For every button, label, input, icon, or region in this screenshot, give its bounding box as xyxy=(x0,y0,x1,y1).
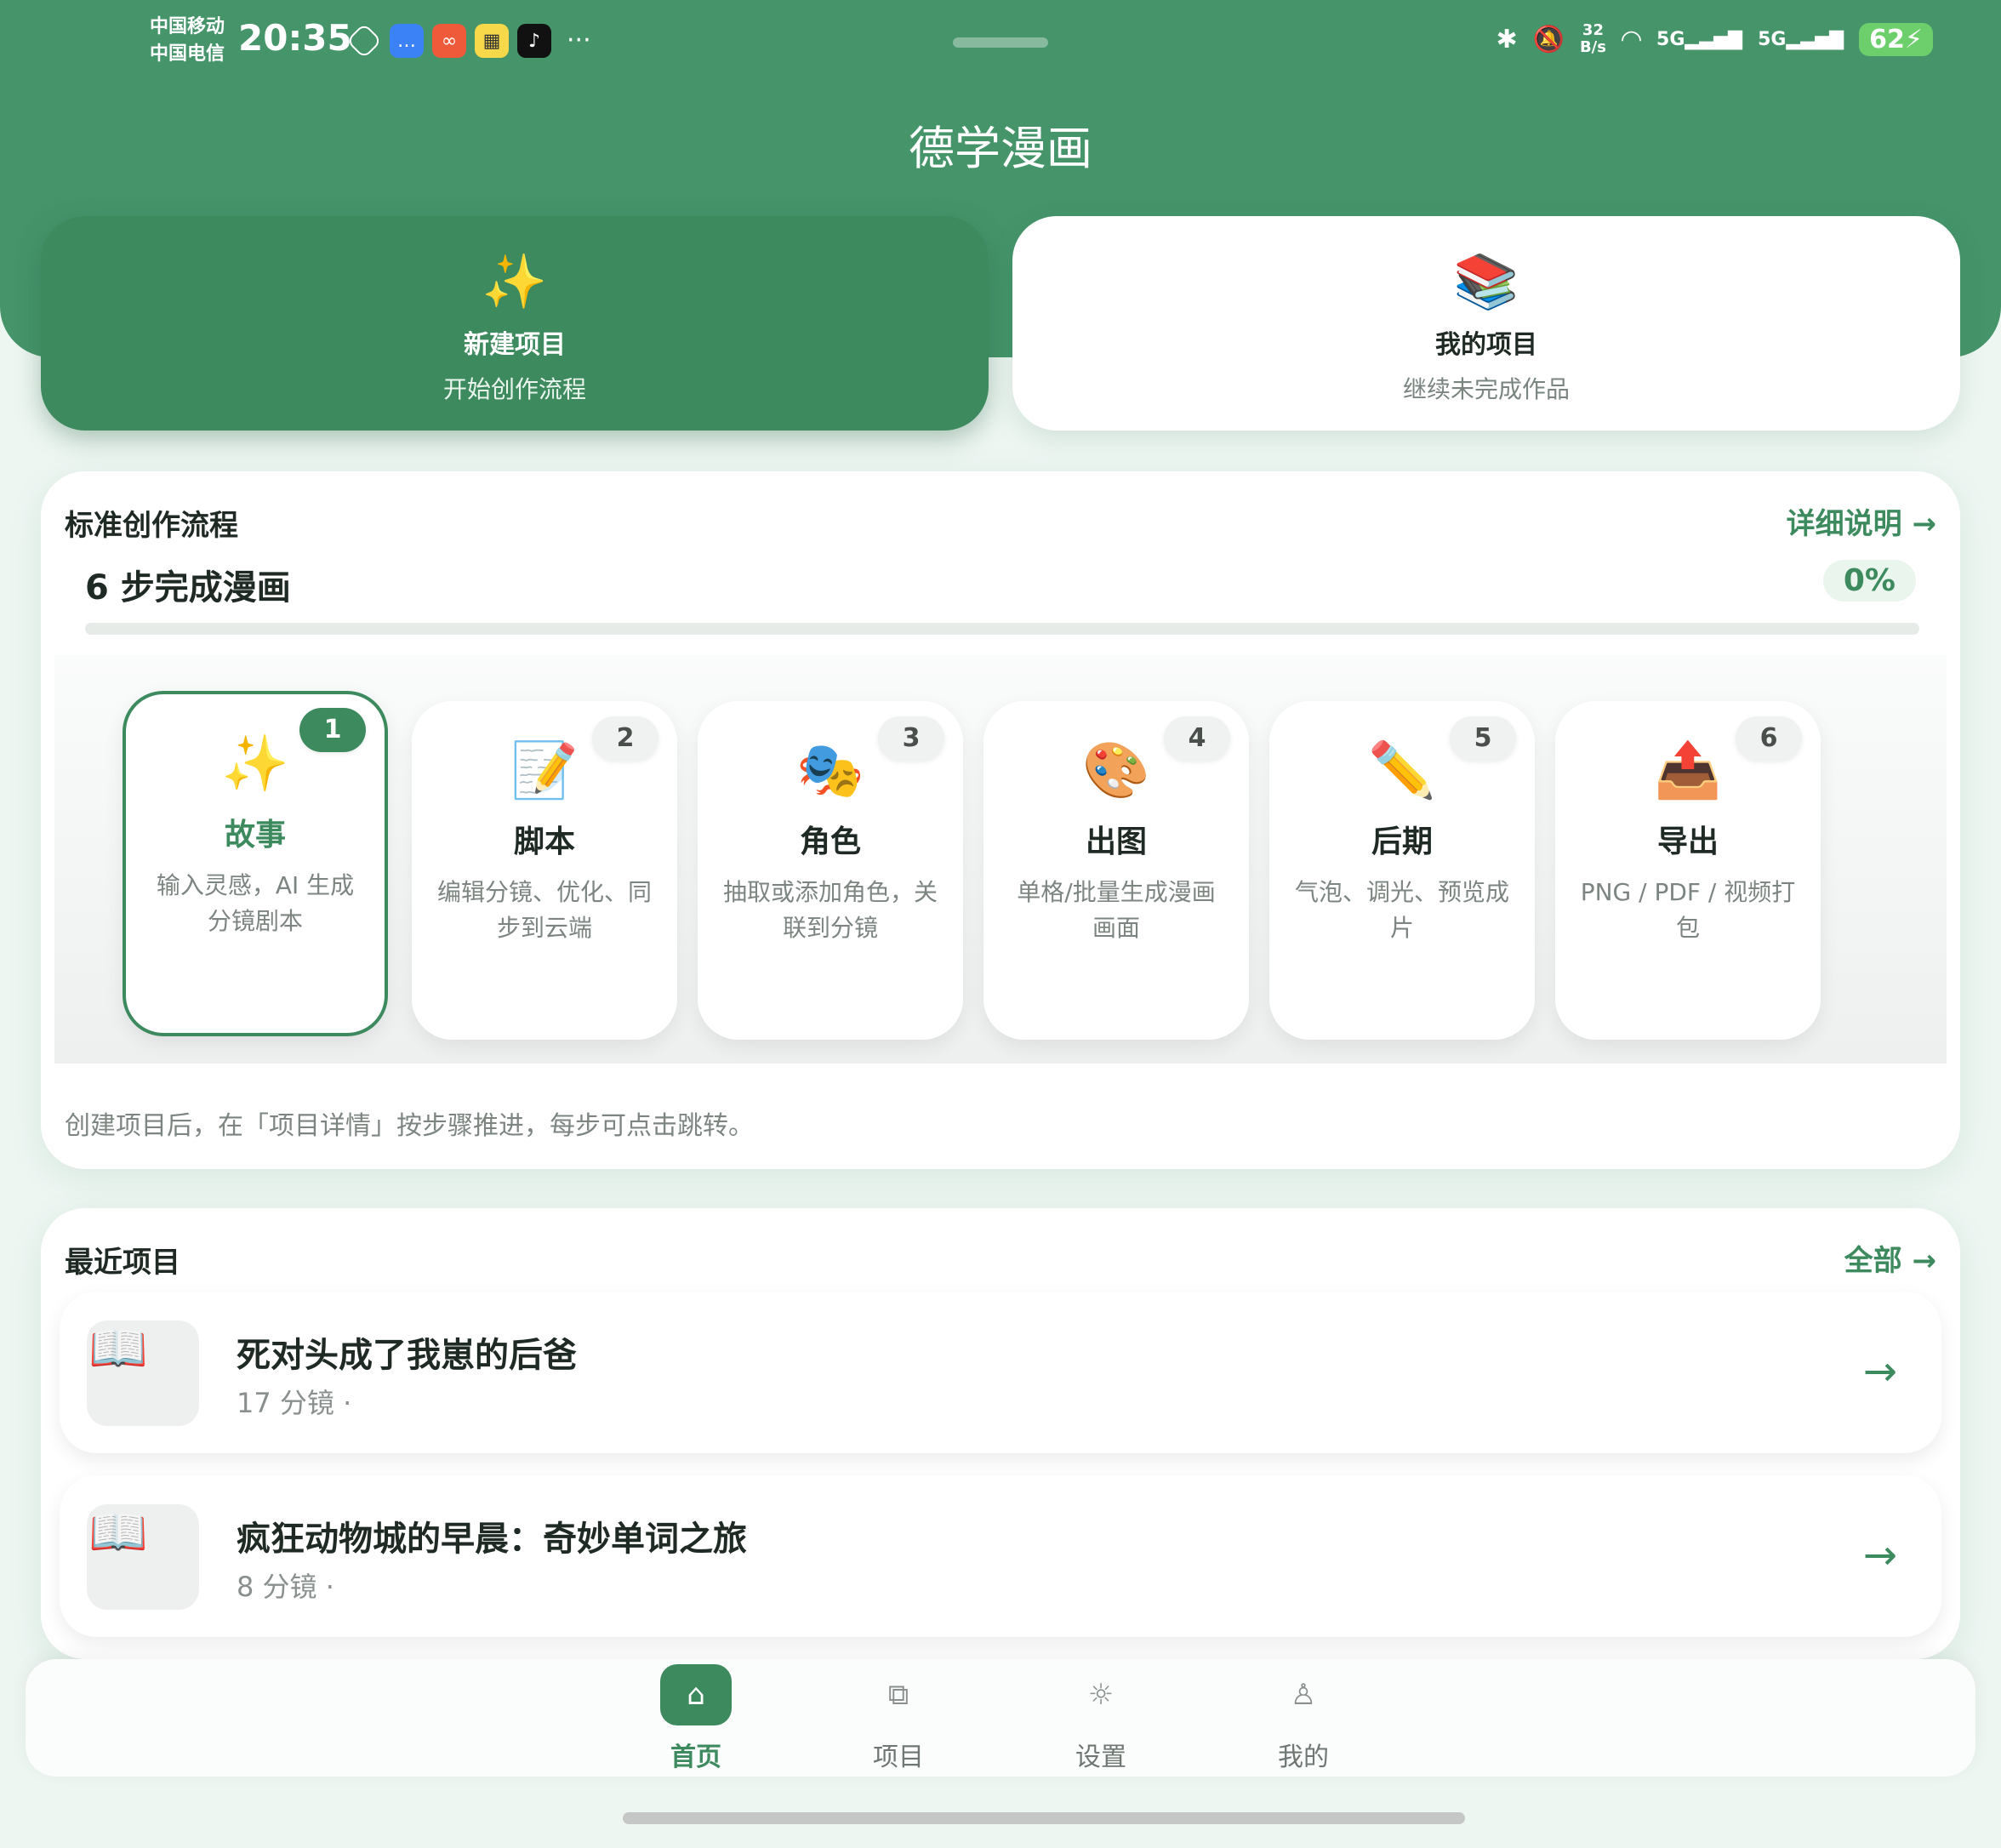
recent-title: 最近项目 xyxy=(65,1246,180,1280)
user-icon: ♙ xyxy=(1290,1678,1317,1712)
nav-label: 项目 xyxy=(873,1742,924,1772)
system-icons: ✱ 🔕 32 B/s ◠ 5G▂▃▅▇ 5G▂▃▅▇ 62⚡ xyxy=(1496,22,1933,56)
clock: 20:35 xyxy=(238,17,352,59)
step-card-post[interactable]: 5 ✏️ 后期 气泡、调光、预览成片 xyxy=(1269,701,1535,1040)
home-icon: ⌂ xyxy=(660,1664,732,1725)
signal-1-icon: 5G▂▃▅▇ xyxy=(1656,28,1743,50)
project-card[interactable]: 📖 死对头成了我崽的后爸 17 分镜 · → xyxy=(60,1292,1941,1453)
step-card-export[interactable]: 6 📤 导出 PNG / PDF / 视频打包 xyxy=(1555,701,1821,1040)
nav-label: 我的 xyxy=(1278,1742,1329,1772)
nav-label: 首页 xyxy=(670,1742,721,1772)
status-bar: 中国移动 中国电信 20:35 … ∞ ▦ ♪ ··· ✱ 🔕 32 B/s ◠… xyxy=(0,0,2001,85)
step-name: 导出 xyxy=(1656,824,1719,859)
workflow-details-link[interactable]: 详细说明 → xyxy=(1787,500,1936,542)
project-card[interactable]: 📖 疯狂动物城的早晨：奇妙单词之旅 8 分镜 · → xyxy=(60,1475,1941,1637)
step-number: 4 xyxy=(1164,716,1230,761)
my-projects-button[interactable]: 📚 我的项目 继续未完成作品 xyxy=(1012,216,1960,431)
notification-icons: … ∞ ▦ ♪ ··· xyxy=(345,22,591,60)
project-meta: 17 分镜 · xyxy=(237,1387,352,1419)
step-card-script[interactable]: 2 📝 脚本 编辑分镜、优化、同步到云端 xyxy=(412,701,677,1040)
step-description: 抽取或添加角色，关联到分镜 xyxy=(722,878,938,942)
new-project-title: 新建项目 xyxy=(464,330,566,360)
project-meta: 8 分镜 · xyxy=(237,1571,334,1603)
home-indicator[interactable] xyxy=(623,1812,1465,1824)
workflow-title: 标准创作流程 xyxy=(65,509,238,543)
sparkles-icon: ✨ xyxy=(482,250,548,312)
battery-icon: 62⚡ xyxy=(1859,22,1933,56)
step-number: 3 xyxy=(878,716,944,761)
app-grid-icon: ∞ xyxy=(432,24,466,58)
step-name: 后期 xyxy=(1371,824,1433,859)
yellow-app-icon: ▦ xyxy=(475,24,509,58)
settings-icon: ☼ xyxy=(1087,1678,1115,1712)
step-name: 角色 xyxy=(799,824,861,859)
my-projects-subtitle: 继续未完成作品 xyxy=(1402,375,1570,403)
nav-label: 设置 xyxy=(1075,1742,1126,1772)
nav-item-profile[interactable]: ♙ 我的 xyxy=(1252,1664,1354,1773)
message-icon: … xyxy=(390,24,424,58)
signal-2-icon: 5G▂▃▅▇ xyxy=(1758,28,1844,50)
step-number: 6 xyxy=(1736,716,1802,761)
projects-icon: ⧉ xyxy=(887,1678,909,1712)
wifi-icon: ◠ xyxy=(1621,24,1642,54)
arrow-right-icon[interactable]: → xyxy=(1863,1348,1897,1395)
step-name: 出图 xyxy=(1085,824,1147,859)
step-description: PNG / PDF / 视频打包 xyxy=(1580,878,1796,942)
my-projects-title: 我的项目 xyxy=(1435,330,1537,360)
open-book-icon: 📖 xyxy=(87,1320,199,1426)
arrow-right-icon[interactable]: → xyxy=(1863,1531,1897,1579)
app-title: 德学漫画 xyxy=(909,122,1092,175)
more-notifications-icon: ··· xyxy=(567,26,591,55)
step-number: 5 xyxy=(1450,716,1516,761)
step-description: 编辑分镜、优化、同步到云端 xyxy=(436,878,652,942)
workflow-section: 标准创作流程 详细说明 → 6 步完成漫画 0% 1 ✨ 故事 输入灵感，AI … xyxy=(41,471,1960,1169)
app-icon xyxy=(345,22,383,60)
recent-projects-section: 最近项目 全部 → 📖 死对头成了我崽的后爸 17 分镜 · → 📖 疯狂动物城… xyxy=(41,1208,1960,1659)
workflow-hint: 创建项目后，在「项目详情」按步骤推进，每步可点击跳转。 xyxy=(65,1111,754,1141)
step-number: 2 xyxy=(592,716,658,761)
step-description: 单格/批量生成漫画画面 xyxy=(1017,878,1216,942)
new-project-button[interactable]: ✨ 新建项目 开始创作流程 xyxy=(41,216,989,431)
bluetooth-icon: ✱ xyxy=(1496,24,1518,54)
nav-item-projects[interactable]: ⧉ 项目 xyxy=(847,1664,949,1773)
mute-bell-icon: 🔕 xyxy=(1532,24,1565,54)
carrier-1: 中国移动 xyxy=(150,16,225,37)
carrier-2: 中国电信 xyxy=(150,43,225,65)
tiktok-icon: ♪ xyxy=(517,24,551,58)
nav-item-home[interactable]: ⌂ 首页 xyxy=(645,1664,747,1773)
progress-label: 6 步完成漫画 xyxy=(85,568,291,607)
view-all-link[interactable]: 全部 → xyxy=(1844,1237,1936,1279)
step-name: 脚本 xyxy=(513,824,575,859)
open-book-icon: 📖 xyxy=(87,1504,199,1610)
steps-area: 1 ✨ 故事 输入灵感，AI 生成分镜剧本 2 📝 脚本 编辑分镜、优化、同步到… xyxy=(54,655,1947,1064)
step-description: 输入灵感，AI 生成分镜剧本 xyxy=(156,871,355,935)
network-speed: 32 B/s xyxy=(1579,21,1606,56)
step-card-render[interactable]: 4 🎨 出图 单格/批量生成漫画画面 xyxy=(983,701,1249,1040)
step-card-story[interactable]: 1 ✨ 故事 输入灵感，AI 生成分镜剧本 xyxy=(123,691,388,1036)
project-title: 死对头成了我崽的后爸 xyxy=(237,1336,577,1375)
step-card-character[interactable]: 3 🎭 角色 抽取或添加角色，关联到分镜 xyxy=(698,701,963,1040)
bottom-nav: ⌂ 首页 ⧉ 项目 ☼ 设置 ♙ 我的 xyxy=(26,1659,1975,1777)
drag-handle[interactable] xyxy=(953,37,1048,48)
progress-bar xyxy=(85,623,1919,635)
carrier-info: 中国移动 中国电信 xyxy=(150,14,225,68)
step-number: 1 xyxy=(299,708,366,752)
books-icon: 📚 xyxy=(1453,250,1519,312)
progress-percent: 0% xyxy=(1822,560,1916,602)
step-description: 气泡、调光、预览成片 xyxy=(1294,878,1509,942)
new-project-subtitle: 开始创作流程 xyxy=(442,375,586,403)
project-title: 疯狂动物城的早晨：奇妙单词之旅 xyxy=(237,1520,747,1559)
step-name: 故事 xyxy=(224,818,286,853)
nav-item-settings[interactable]: ☼ 设置 xyxy=(1050,1664,1152,1773)
